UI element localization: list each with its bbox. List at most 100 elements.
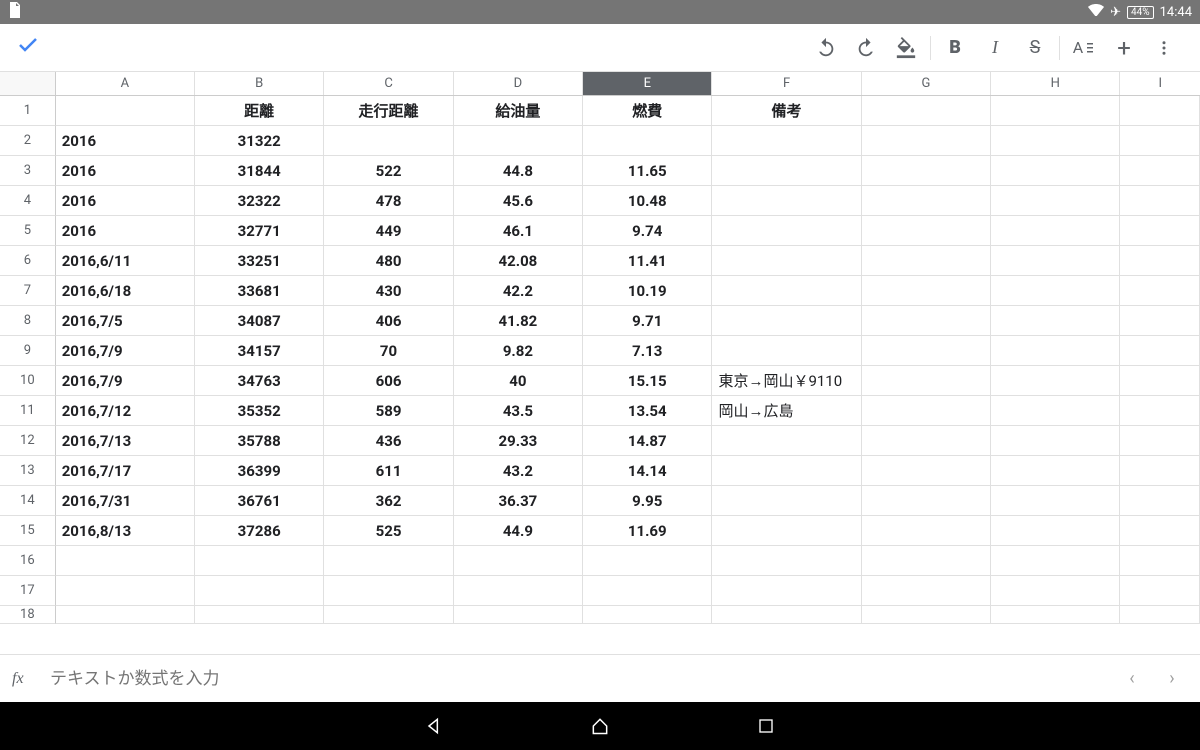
cell-H11[interactable] [991, 396, 1120, 426]
cell-D2[interactable] [454, 126, 583, 156]
row-header-9[interactable]: 9 [0, 336, 56, 366]
cell-E11[interactable]: 13.54 [583, 396, 712, 426]
cell-D7[interactable]: 42.2 [454, 276, 583, 306]
column-header-I[interactable]: I [1120, 72, 1200, 95]
recents-button[interactable] [753, 713, 779, 739]
row-header-2[interactable]: 2 [0, 126, 56, 156]
cell-H3[interactable] [991, 156, 1120, 186]
cell-G11[interactable] [862, 396, 991, 426]
cell-H6[interactable] [991, 246, 1120, 276]
undo-button[interactable] [806, 28, 846, 68]
cell-C6[interactable]: 480 [324, 246, 453, 276]
cell-C5[interactable]: 449 [324, 216, 453, 246]
cell-B3[interactable]: 31844 [195, 156, 324, 186]
cell-I17[interactable] [1120, 576, 1200, 606]
cell-G7[interactable] [862, 276, 991, 306]
cell-I6[interactable] [1120, 246, 1200, 276]
cell-A4[interactable]: 2016 [56, 186, 195, 216]
cell-H17[interactable] [991, 576, 1120, 606]
cell-B18[interactable] [195, 606, 324, 624]
cell-B8[interactable]: 34087 [195, 306, 324, 336]
cell-I15[interactable] [1120, 516, 1200, 546]
cell-B2[interactable]: 31322 [195, 126, 324, 156]
cell-H14[interactable] [991, 486, 1120, 516]
column-header-B[interactable]: B [195, 72, 324, 95]
prev-cell-button[interactable]: ‹ [1116, 663, 1148, 695]
strikethrough-button[interactable]: S [1015, 28, 1055, 68]
cell-D6[interactable]: 42.08 [454, 246, 583, 276]
row-header-12[interactable]: 12 [0, 426, 56, 456]
cell-E3[interactable]: 11.65 [583, 156, 712, 186]
cell-C9[interactable]: 70 [324, 336, 453, 366]
cell-E1[interactable]: 燃費 [583, 96, 712, 126]
cell-A17[interactable] [56, 576, 195, 606]
cell-E8[interactable]: 9.71 [583, 306, 712, 336]
column-header-D[interactable]: D [454, 72, 583, 95]
row-header-16[interactable]: 16 [0, 546, 56, 576]
cell-G15[interactable] [862, 516, 991, 546]
cell-I11[interactable] [1120, 396, 1200, 426]
column-header-G[interactable]: G [862, 72, 991, 95]
cell-B10[interactable]: 34763 [195, 366, 324, 396]
cell-A8[interactable]: 2016,7/5 [56, 306, 195, 336]
cell-D8[interactable]: 41.82 [454, 306, 583, 336]
row-header-14[interactable]: 14 [0, 486, 56, 516]
cell-G17[interactable] [862, 576, 991, 606]
cell-H1[interactable] [991, 96, 1120, 126]
cell-D17[interactable] [454, 576, 583, 606]
cell-E6[interactable]: 11.41 [583, 246, 712, 276]
cell-B14[interactable]: 36761 [195, 486, 324, 516]
column-header-A[interactable]: A [56, 72, 195, 95]
cell-D9[interactable]: 9.82 [454, 336, 583, 366]
more-button[interactable] [1144, 28, 1184, 68]
cell-F15[interactable] [712, 516, 861, 546]
cell-E14[interactable]: 9.95 [583, 486, 712, 516]
row-header-6[interactable]: 6 [0, 246, 56, 276]
cell-A5[interactable]: 2016 [56, 216, 195, 246]
row-header-15[interactable]: 15 [0, 516, 56, 546]
cell-G6[interactable] [862, 246, 991, 276]
cell-I12[interactable] [1120, 426, 1200, 456]
cell-A16[interactable] [56, 546, 195, 576]
cell-C14[interactable]: 362 [324, 486, 453, 516]
cell-F9[interactable] [712, 336, 861, 366]
cell-I2[interactable] [1120, 126, 1200, 156]
cell-G5[interactable] [862, 216, 991, 246]
cell-I18[interactable] [1120, 606, 1200, 624]
cell-A11[interactable]: 2016,7/12 [56, 396, 195, 426]
cell-F18[interactable] [712, 606, 861, 624]
cell-A15[interactable]: 2016,8/13 [56, 516, 195, 546]
cell-B1[interactable]: 距離 [195, 96, 324, 126]
cell-I10[interactable] [1120, 366, 1200, 396]
cell-C2[interactable] [324, 126, 453, 156]
cell-A6[interactable]: 2016,6/11 [56, 246, 195, 276]
cell-D12[interactable]: 29.33 [454, 426, 583, 456]
cell-F16[interactable] [712, 546, 861, 576]
cell-D11[interactable]: 43.5 [454, 396, 583, 426]
cell-H15[interactable] [991, 516, 1120, 546]
cell-C11[interactable]: 589 [324, 396, 453, 426]
row-header-18[interactable]: 18 [0, 606, 56, 624]
cell-A13[interactable]: 2016,7/17 [56, 456, 195, 486]
cell-E16[interactable] [583, 546, 712, 576]
fill-color-button[interactable] [886, 28, 926, 68]
cell-A7[interactable]: 2016,6/18 [56, 276, 195, 306]
cell-C17[interactable] [324, 576, 453, 606]
cell-G3[interactable] [862, 156, 991, 186]
cell-F10[interactable]: 東京→岡山￥9110 [712, 366, 861, 396]
cell-G16[interactable] [862, 546, 991, 576]
text-format-button[interactable]: A [1064, 28, 1104, 68]
cell-F14[interactable] [712, 486, 861, 516]
cell-C18[interactable] [324, 606, 453, 624]
cell-I1[interactable] [1120, 96, 1200, 126]
cell-G4[interactable] [862, 186, 991, 216]
next-cell-button[interactable]: › [1156, 663, 1188, 695]
insert-button[interactable]: + [1104, 28, 1144, 68]
cell-G18[interactable] [862, 606, 991, 624]
cell-E17[interactable] [583, 576, 712, 606]
cell-I3[interactable] [1120, 156, 1200, 186]
cell-B16[interactable] [195, 546, 324, 576]
cell-E15[interactable]: 11.69 [583, 516, 712, 546]
cell-H4[interactable] [991, 186, 1120, 216]
cell-B17[interactable] [195, 576, 324, 606]
